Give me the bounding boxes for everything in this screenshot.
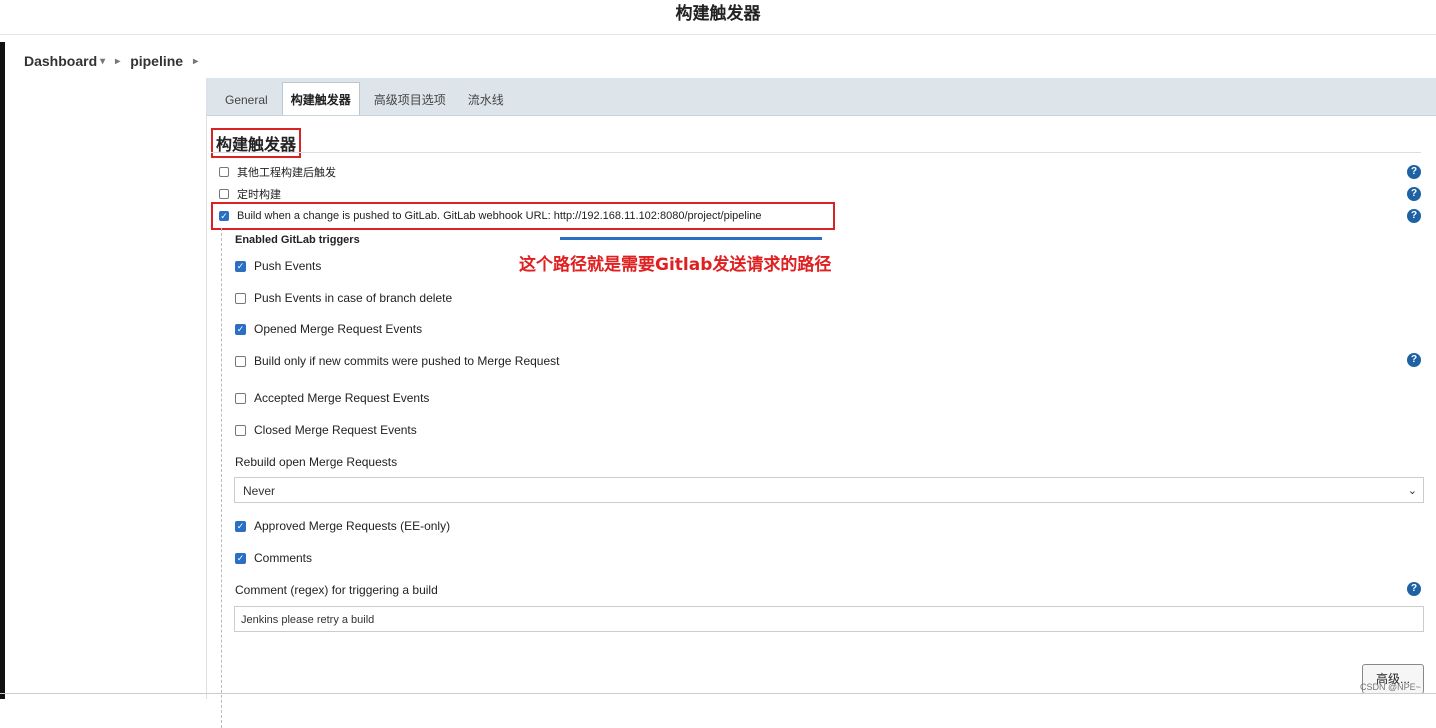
chevron-down-icon[interactable]: ▾ xyxy=(100,56,105,67)
help-icon[interactable]: ? xyxy=(1407,582,1421,596)
rebuild-select-value: Never xyxy=(243,484,276,498)
help-icon[interactable]: ? xyxy=(1407,353,1421,367)
help-icon[interactable]: ? xyxy=(1407,209,1421,223)
checkbox-checked[interactable]: ✓ xyxy=(219,211,229,221)
section-divider xyxy=(211,152,1421,153)
page-title: 构建触发器 xyxy=(0,0,1436,35)
option-comments[interactable]: ✓ Comments xyxy=(235,551,312,565)
option-label: Comments xyxy=(254,551,313,565)
chevron-down-icon: ⌄ xyxy=(1407,485,1417,497)
annotation-text: 这个路径就是需要Gitlab发送请求的路径 xyxy=(519,255,832,275)
url-underline xyxy=(560,237,822,240)
config-panel: General 构建触发器 高级项目选项 流水线 构建触发器 其他工程构建后触发… xyxy=(206,78,1436,728)
chevron-right-icon[interactable]: ▸ xyxy=(193,56,198,67)
option-accepted-mr[interactable]: Accepted Merge Request Events xyxy=(235,391,429,405)
option-label: Closed Merge Request Events xyxy=(254,423,417,437)
option-label: Approved Merge Requests (EE-only) xyxy=(254,519,451,533)
help-icon[interactable]: ? xyxy=(1407,165,1421,179)
option-closed-mr[interactable]: Closed Merge Request Events xyxy=(235,423,417,437)
option-build-only-new-commits[interactable]: Build only if new commits were pushed to… xyxy=(235,354,559,368)
checkbox[interactable] xyxy=(235,355,246,367)
checkbox[interactable] xyxy=(235,292,246,304)
checkbox-checked[interactable]: ✓ xyxy=(235,260,246,272)
option-label: Opened Merge Request Events xyxy=(254,322,423,336)
option-label: Accepted Merge Request Events xyxy=(254,391,430,405)
checkbox-checked[interactable]: ✓ xyxy=(235,552,246,564)
trigger-label: 其他工程构建后触发 xyxy=(237,167,336,179)
bottom-divider xyxy=(0,693,1436,694)
option-label: Push Events xyxy=(254,259,322,273)
comment-regex-label: Comment (regex) for triggering a build xyxy=(235,583,438,597)
tab-pipeline[interactable]: 流水线 xyxy=(460,83,512,115)
comment-regex-input[interactable]: Jenkins please retry a build xyxy=(234,606,1424,632)
breadcrumb: Dashboard ▾ ▸ pipeline ▸ xyxy=(6,44,1436,78)
trigger-other-project[interactable]: 其他工程构建后触发 xyxy=(219,164,336,180)
nested-guide xyxy=(221,228,223,728)
rebuild-select[interactable]: Never ⌄ xyxy=(234,477,1424,503)
breadcrumb-pipeline[interactable]: pipeline xyxy=(130,53,183,69)
help-icon[interactable]: ? xyxy=(1407,187,1421,201)
checkbox[interactable] xyxy=(235,392,246,404)
breadcrumb-dashboard[interactable]: Dashboard xyxy=(24,53,97,69)
tab-advanced-options[interactable]: 高级项目选项 xyxy=(366,83,454,115)
checkbox-checked[interactable]: ✓ xyxy=(235,323,246,335)
gitlab-triggers-heading: Enabled GitLab triggers xyxy=(235,234,360,246)
section-title: 构建触发器 xyxy=(211,128,302,158)
trigger-gitlab[interactable]: ✓ Build when a change is pushed to GitLa… xyxy=(219,210,762,222)
checkbox-checked[interactable]: ✓ xyxy=(235,520,246,532)
watermark: CSDN @NPE~ xyxy=(1360,682,1421,692)
option-label: Build only if new commits were pushed to… xyxy=(254,354,560,368)
checkbox[interactable] xyxy=(219,189,229,199)
option-push-branch-delete[interactable]: Push Events in case of branch delete xyxy=(235,291,452,305)
tab-general[interactable]: General xyxy=(217,83,276,115)
trigger-label: 定时构建 xyxy=(237,189,281,200)
tab-bar: General 构建触发器 高级项目选项 流水线 xyxy=(207,78,1436,116)
trigger-scheduled[interactable]: 定时构建 xyxy=(219,188,281,200)
option-label: Push Events in case of branch delete xyxy=(254,291,453,305)
checkbox[interactable] xyxy=(235,424,246,436)
option-approved-mr[interactable]: ✓ Approved Merge Requests (EE-only) xyxy=(235,519,450,533)
chevron-right-icon: ▸ xyxy=(115,55,121,67)
left-edge-bar xyxy=(0,42,5,699)
option-push-events[interactable]: ✓ Push Events xyxy=(235,259,321,273)
option-opened-mr[interactable]: ✓ Opened Merge Request Events xyxy=(235,322,422,336)
trigger-label: Build when a change is pushed to GitLab.… xyxy=(237,210,762,222)
checkbox[interactable] xyxy=(219,167,229,177)
tab-build-triggers[interactable]: 构建触发器 xyxy=(281,82,360,115)
rebuild-label: Rebuild open Merge Requests xyxy=(235,455,398,469)
